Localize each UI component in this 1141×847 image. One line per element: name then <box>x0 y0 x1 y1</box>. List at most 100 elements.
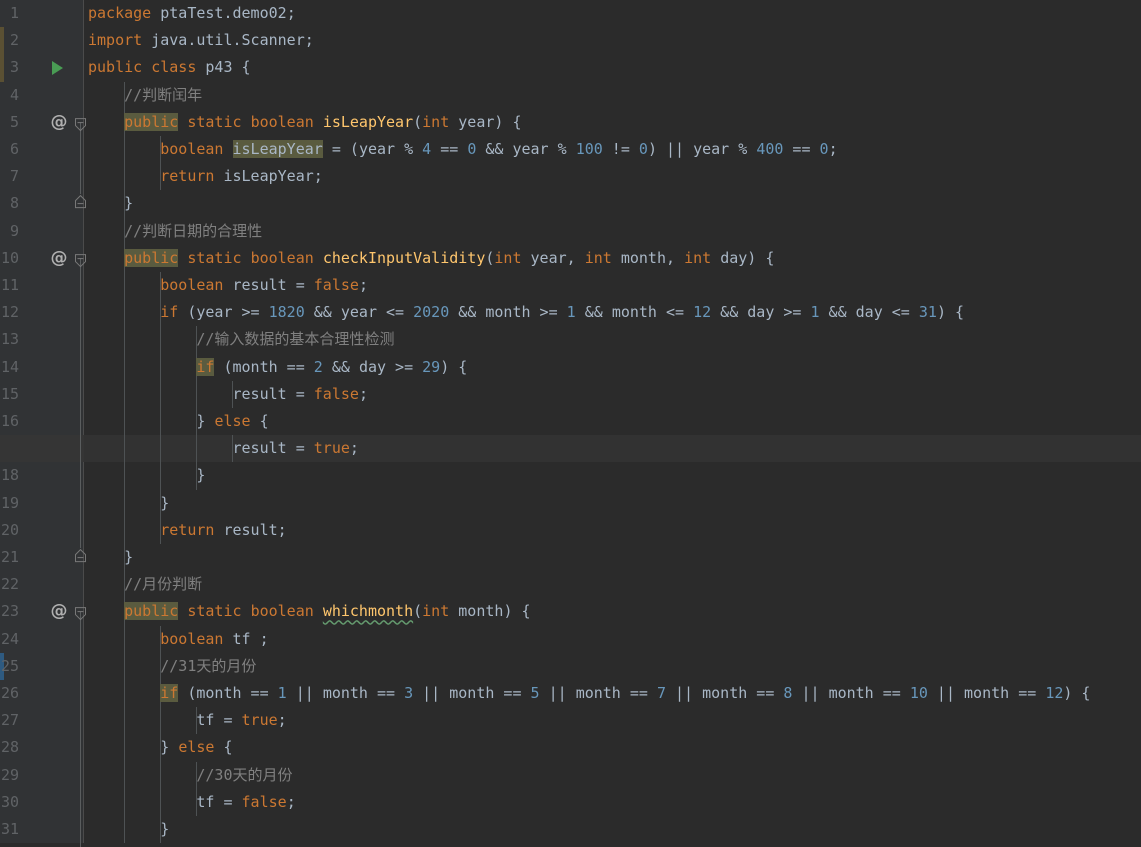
line-number[interactable]: 4 <box>0 82 19 109</box>
code-line[interactable]: public static boolean whichmonth(int mon… <box>84 598 1141 625</box>
line-number[interactable]: 14 <box>0 354 19 381</box>
code-line[interactable]: //判断日期的合理性 <box>84 218 1141 245</box>
line-number[interactable]: 9 <box>0 218 19 245</box>
override-method-at-icon[interactable]: @ <box>49 245 69 272</box>
line-number[interactable]: 30 <box>0 789 19 816</box>
code-line[interactable]: } else { <box>84 408 1141 435</box>
line-number[interactable]: 24 <box>0 626 19 653</box>
line-number[interactable]: 22 <box>0 571 19 598</box>
line-number[interactable]: 12 <box>0 299 19 326</box>
line-number[interactable]: 7 <box>0 163 19 190</box>
code-line[interactable]: } <box>84 816 1141 843</box>
code-line[interactable]: return isLeapYear; <box>84 163 1141 190</box>
code-line[interactable]: public class p43 { <box>84 54 1141 81</box>
code-token: public <box>124 112 179 131</box>
line-number[interactable]: 21 <box>0 544 19 571</box>
code-token: result <box>232 276 287 294</box>
code-line[interactable]: if (month == 1 || month == 3 || month ==… <box>84 680 1141 707</box>
code-line[interactable]: if (month == 2 && day >= 29) { <box>84 354 1141 381</box>
line-number[interactable]: 2 <box>0 27 19 54</box>
code-content-area[interactable]: package ptaTest.demo02; import java.util.… <box>84 0 1141 843</box>
line-number[interactable]: 16 <box>0 408 19 435</box>
code-line[interactable]: tf = false; <box>84 789 1141 816</box>
code-line[interactable]: boolean result = false; <box>84 272 1141 299</box>
run-icon[interactable] <box>49 54 65 81</box>
code-token: ; <box>277 520 287 539</box>
code-line[interactable]: boolean tf ; <box>84 626 1141 653</box>
line-number[interactable]: 1 <box>0 0 19 27</box>
code-token: == <box>277 357 314 376</box>
code-line[interactable]: import java.util.Scanner; <box>84 27 1141 54</box>
code-line[interactable]: //31天的月份 <box>84 653 1141 680</box>
line-number[interactable]: 25 <box>0 653 19 680</box>
line-number[interactable]: 3 <box>0 54 19 81</box>
code-token: //判断闰年 <box>124 85 203 104</box>
code-line[interactable]: result = false; <box>84 381 1141 408</box>
line-number[interactable]: 13 <box>0 326 19 353</box>
code-line[interactable]: //30天的月份 <box>84 762 1141 789</box>
fold-collapse-icon[interactable] <box>71 109 90 136</box>
line-number[interactable]: 20 <box>0 517 19 544</box>
override-method-at-icon[interactable]: @ <box>49 598 69 625</box>
code-token: result <box>232 384 287 403</box>
code-token: 3 <box>404 684 414 702</box>
code-token: checkInputValidity <box>322 248 486 267</box>
fold-end-icon[interactable] <box>71 544 90 571</box>
code-line[interactable]: } else { <box>84 734 1141 761</box>
code-editor[interactable]: 1234567891011121314151617181920212223242… <box>0 0 1141 847</box>
code-line[interactable]: result = true; <box>84 435 1141 462</box>
code-token: ; <box>313 167 323 186</box>
line-number[interactable]: 8 <box>0 190 19 217</box>
line-number[interactable]: 29 <box>0 762 19 789</box>
code-line[interactable]: public static boolean checkInputValidity… <box>84 245 1141 272</box>
code-token: year <box>358 140 396 158</box>
override-method-at-icon[interactable]: @ <box>49 109 69 136</box>
code-token: >= <box>386 357 423 376</box>
fold-collapse-icon[interactable] <box>71 245 90 272</box>
line-number[interactable]: 28 <box>0 734 19 761</box>
line-number[interactable]: 18 <box>0 462 19 489</box>
code-token: 5 <box>530 684 540 702</box>
code-line[interactable]: } <box>84 490 1141 517</box>
fold-end-icon[interactable] <box>71 190 90 217</box>
line-number[interactable]: 11 <box>0 272 19 299</box>
line-number[interactable]: 15 <box>0 381 19 408</box>
code-token: == <box>873 684 910 702</box>
code-line[interactable]: //月份判断 <box>84 571 1141 598</box>
code-line[interactable]: } <box>84 190 1141 217</box>
line-number[interactable]: 10 <box>0 245 19 272</box>
code-line[interactable]: tf = true; <box>84 707 1141 734</box>
code-line[interactable]: package ptaTest.demo02; <box>84 0 1141 27</box>
line-number[interactable]: 31 <box>0 816 19 843</box>
code-line[interactable]: boolean isLeapYear = (year % 4 == 0 && y… <box>84 136 1141 163</box>
line-number[interactable]: 6 <box>0 136 19 163</box>
fold-collapse-icon[interactable] <box>71 598 90 625</box>
code-line[interactable]: //判断闰年 <box>84 82 1141 109</box>
code-line[interactable]: return result; <box>84 517 1141 544</box>
code-token: 4 <box>422 140 432 158</box>
code-token: package <box>88 4 161 22</box>
code-token: = <box>286 384 314 403</box>
code-token: 1 <box>277 684 287 702</box>
line-number[interactable]: 5 <box>0 109 19 136</box>
code-token: } <box>196 466 206 485</box>
code-line[interactable]: //输入数据的基本合理性检测 <box>84 326 1141 353</box>
code-token: || <box>413 684 450 702</box>
line-number[interactable]: 19 <box>0 490 19 517</box>
code-token: = ( <box>322 140 359 158</box>
line-number[interactable]: 26 <box>0 680 19 707</box>
code-token: % <box>729 140 757 158</box>
code-token: ) { <box>440 357 468 376</box>
code-line[interactable]: public static boolean isLeapYear(int yea… <box>84 109 1141 136</box>
line-number[interactable]: 23 <box>0 598 19 625</box>
code-line[interactable]: } <box>84 462 1141 489</box>
code-token: == <box>494 684 531 702</box>
code-line[interactable]: } <box>84 544 1141 571</box>
code-token: 2020 <box>413 303 450 322</box>
code-line[interactable]: if (year >= 1820 && year <= 2020 && mont… <box>84 299 1141 326</box>
line-number[interactable]: 27 <box>0 707 19 734</box>
